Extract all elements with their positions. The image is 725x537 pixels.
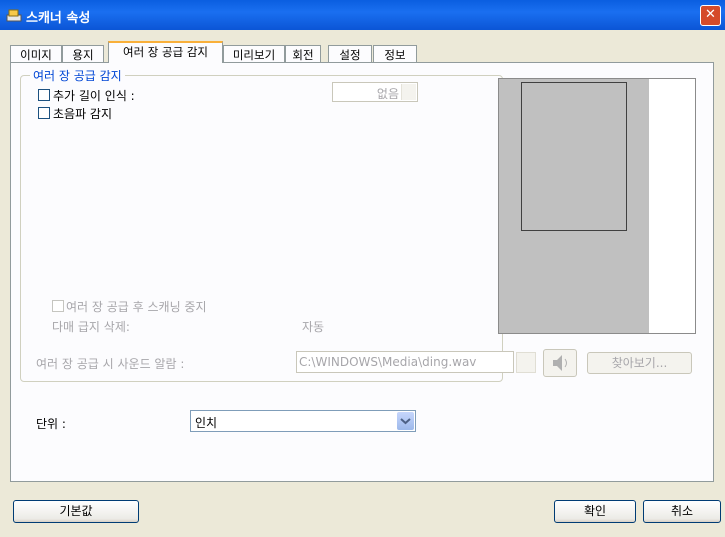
sound-spinner-arrows-icon[interactable] bbox=[516, 352, 536, 373]
sound-alarm-label: 여러 장 공급 시 사운드 알람 : bbox=[36, 357, 185, 371]
title-bar: 스캐너 속성 ✕ bbox=[0, 0, 725, 30]
tab-settings[interactable]: 설정 bbox=[328, 45, 372, 62]
spinner-arrows-icon[interactable] bbox=[401, 84, 416, 100]
tab-preview[interactable]: 미리보기 bbox=[223, 45, 285, 62]
ultrasonic-checkbox[interactable] bbox=[38, 107, 50, 119]
extra-length-checkbox[interactable] bbox=[38, 89, 50, 101]
play-sound-button[interactable] bbox=[543, 349, 577, 377]
unit-label: 단위 : bbox=[36, 417, 66, 431]
stop-after-multifeed-checkbox[interactable] bbox=[52, 300, 64, 312]
scanner-icon bbox=[6, 9, 22, 22]
window-title: 스캐너 속성 bbox=[26, 11, 91, 26]
speaker-icon bbox=[553, 355, 567, 371]
unit-value: 인치 bbox=[195, 416, 218, 430]
close-button[interactable]: ✕ bbox=[700, 5, 721, 26]
tab-rotation[interactable]: 회전 bbox=[285, 45, 321, 62]
tab-multifeed-detection[interactable]: 여러 장 공급 감지 bbox=[108, 41, 223, 63]
cancel-button[interactable]: 취소 bbox=[643, 500, 721, 523]
sound-file-input[interactable]: C:\WINDOWS\Media\ding.wav bbox=[296, 351, 514, 373]
tab-info[interactable]: 정보 bbox=[373, 45, 417, 62]
preview-page-outline bbox=[521, 82, 627, 231]
ultrasonic-label: 초음파 감지 bbox=[53, 107, 113, 121]
tab-paper[interactable]: 용지 bbox=[62, 45, 104, 62]
unit-select[interactable]: 인치 bbox=[190, 410, 416, 432]
preview-white-strip bbox=[649, 79, 695, 333]
close-icon: ✕ bbox=[705, 7, 716, 22]
extra-length-value: 없음 bbox=[376, 87, 399, 101]
extra-length-label: 추가 길이 인식 : bbox=[53, 89, 135, 103]
default-button[interactable]: 기본값 bbox=[13, 500, 139, 523]
extra-length-spinner[interactable]: 없음 bbox=[332, 82, 418, 102]
chevron-down-icon[interactable] bbox=[397, 412, 414, 430]
preview-area bbox=[498, 78, 696, 334]
sound-file-path: C:\WINDOWS\Media\ding.wav bbox=[299, 355, 477, 369]
tab-image[interactable]: 이미지 bbox=[10, 45, 62, 62]
multifeed-delete-label: 다매 급지 삭제: bbox=[52, 320, 130, 334]
browse-button[interactable]: 찾아보기... bbox=[587, 352, 692, 374]
stop-after-multifeed-label: 여러 장 공급 후 스캐닝 중지 bbox=[66, 300, 207, 314]
multifeed-delete-value: 자동 bbox=[302, 320, 325, 334]
ok-button[interactable]: 확인 bbox=[554, 500, 636, 523]
groupbox-title: 여러 장 공급 감지 bbox=[30, 67, 125, 84]
